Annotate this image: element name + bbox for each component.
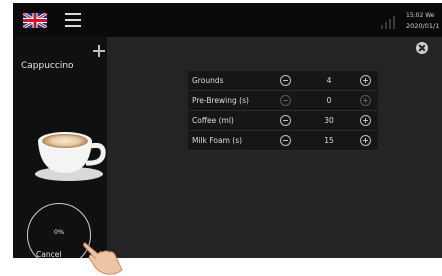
setting-value: 4: [326, 76, 332, 85]
minus-icon[interactable]: [280, 135, 291, 146]
clock-time: 15:02 We: [406, 12, 435, 19]
setting-value: 0: [326, 96, 332, 105]
plus-icon[interactable]: [360, 135, 371, 146]
setting-row-pre-brewing: Pre-Brewing (s) 0: [188, 91, 378, 111]
product-name: Cappuccino: [21, 61, 74, 71]
setting-value: 15: [324, 136, 334, 145]
setting-row-grounds: Grounds 4: [188, 71, 378, 91]
minus-icon[interactable]: [280, 75, 291, 86]
clock-date: 2020/01/1: [406, 22, 440, 30]
minus-icon[interactable]: [280, 95, 291, 106]
top-status-bar: 15:02 We 2020/01/1: [13, 3, 442, 37]
cappuccino-cup-icon: [35, 132, 106, 181]
settings-table: Grounds 4 Pre-Brewing (s) 0 Coffee (ml) …: [188, 71, 378, 151]
setting-label: Milk Foam (s): [192, 136, 243, 145]
add-icon[interactable]: [93, 45, 105, 57]
uk-flag-icon[interactable]: [23, 13, 47, 28]
setting-row-coffee: Coffee (ml) 30: [188, 111, 378, 131]
minus-icon[interactable]: [280, 115, 291, 126]
setting-row-milk-foam: Milk Foam (s) 15: [188, 131, 378, 151]
setting-label: Coffee (ml): [192, 116, 234, 125]
plus-icon[interactable]: [360, 115, 371, 126]
signal-icon: [381, 15, 395, 29]
plus-icon[interactable]: [360, 75, 371, 86]
pointing-hand-icon: [83, 242, 123, 275]
close-icon[interactable]: [416, 42, 428, 54]
progress-percent: 0%: [53, 228, 65, 236]
setting-label: Grounds: [192, 76, 224, 85]
plus-icon[interactable]: [360, 95, 371, 106]
menu-icon[interactable]: [65, 13, 81, 27]
setting-label: Pre-Brewing (s): [192, 96, 249, 105]
setting-value: 30: [324, 116, 334, 125]
cancel-button[interactable]: Cancel: [36, 250, 61, 258]
product-sidebar: Cappuccino 0%: [13, 37, 107, 258]
